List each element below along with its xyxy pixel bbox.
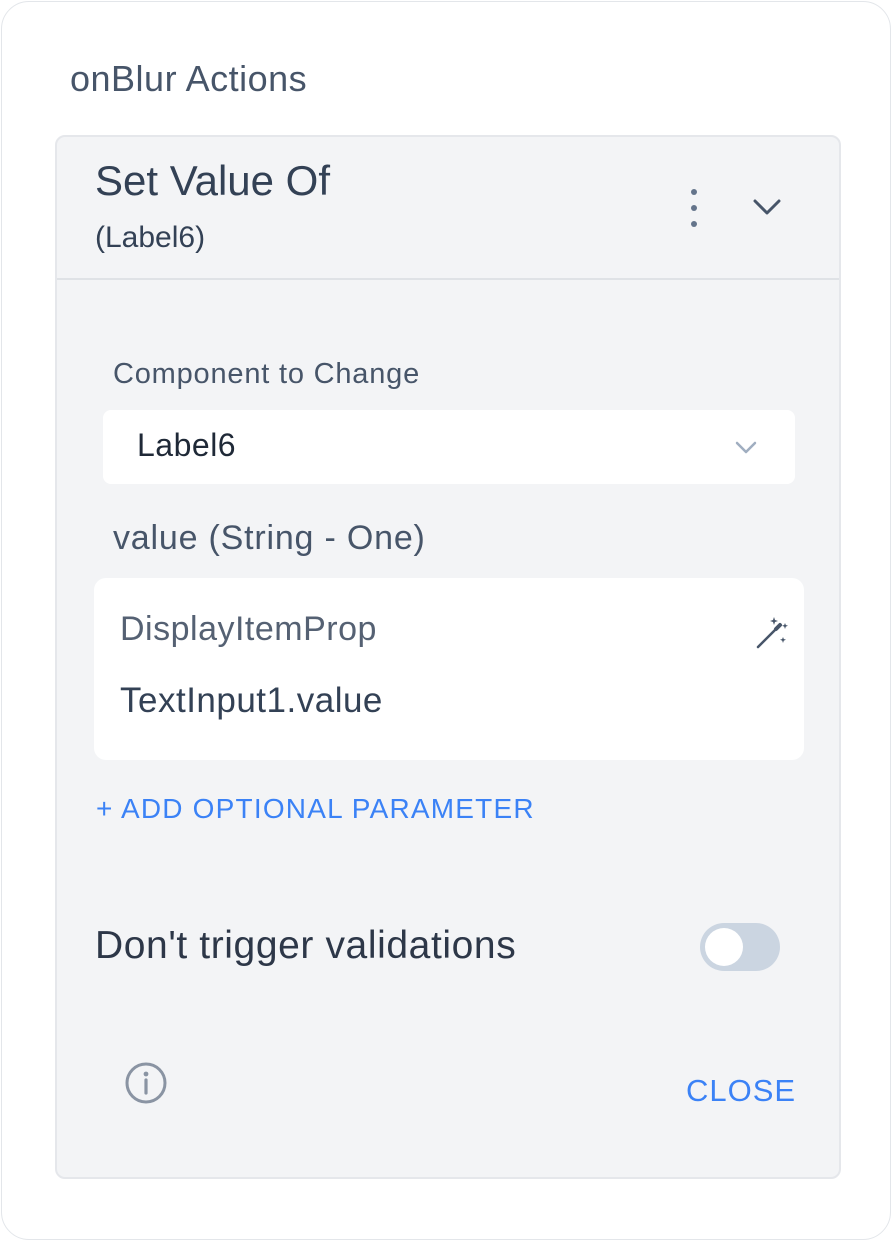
dont-trigger-validations-toggle[interactable]: [700, 923, 780, 971]
action-card: Set Value Of (Label6) Component to Chang…: [55, 135, 841, 1179]
value-field-label: value (String - One): [113, 519, 426, 557]
action-card-header[interactable]: Set Value Of (Label6): [57, 137, 839, 280]
prop-name: DisplayItemProp: [120, 610, 377, 648]
chevron-down-icon[interactable]: [747, 187, 787, 227]
action-title: Set Value Of: [95, 157, 331, 204]
close-button[interactable]: CLOSE: [686, 1073, 796, 1109]
more-vertical-icon[interactable]: [674, 185, 714, 231]
component-select[interactable]: Label6: [103, 410, 795, 484]
component-select-value: Label6: [137, 427, 237, 463]
chevron-down-icon: [731, 432, 761, 462]
actions-panel: onBlur Actions Set Value Of (Label6) Com…: [1, 1, 891, 1240]
add-optional-parameter-link[interactable]: + ADD OPTIONAL PARAMETER: [96, 793, 535, 825]
prop-value[interactable]: TextInput1.value: [120, 681, 383, 721]
info-icon[interactable]: [123, 1060, 169, 1106]
section-title: onBlur Actions: [70, 58, 308, 99]
dont-trigger-validations-label: Don't trigger validations: [95, 924, 517, 967]
value-input[interactable]: DisplayItemProp TextInput1.value: [94, 578, 804, 760]
action-subtitle: (Label6): [95, 221, 206, 254]
component-to-change-label: Component to Change: [113, 358, 421, 390]
toggle-knob: [705, 928, 743, 966]
magic-wand-icon[interactable]: [752, 613, 792, 653]
